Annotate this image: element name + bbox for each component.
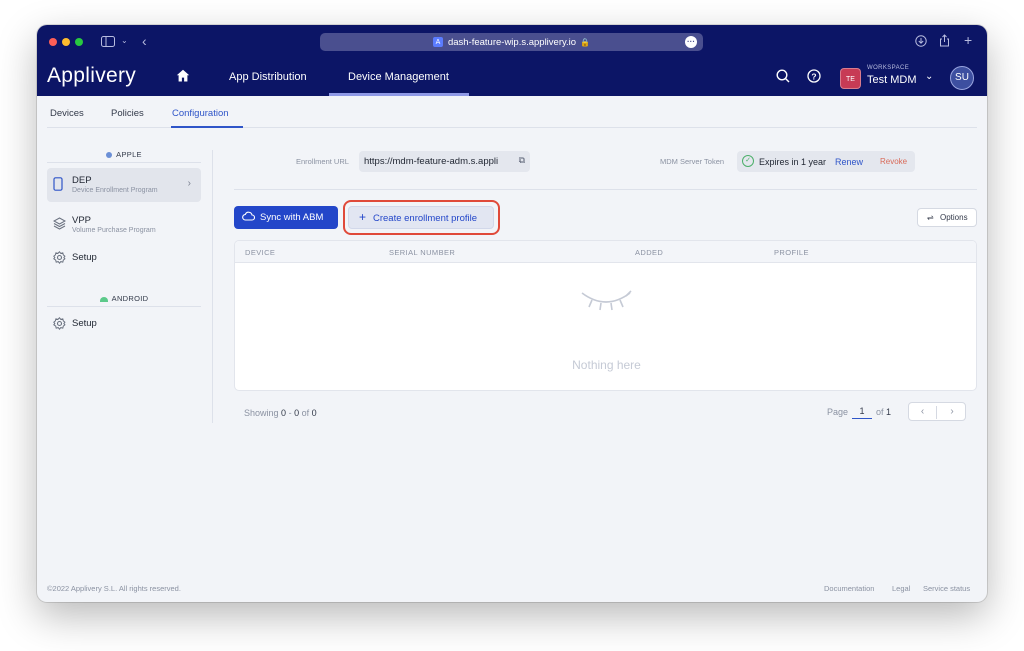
- copy-icon[interactable]: ⧉: [519, 155, 525, 166]
- sliders-icon: ⇌: [927, 213, 934, 222]
- empty-state-text: Nothing here: [572, 358, 641, 372]
- tab-policies[interactable]: Policies: [111, 108, 144, 119]
- previous-page-button[interactable]: ‹: [909, 406, 937, 419]
- search-icon[interactable]: [776, 69, 790, 88]
- copyright-text: ©2022 Applivery S.L. All rights reserved…: [47, 584, 181, 593]
- column-header-profile[interactable]: PROFILE: [774, 248, 809, 257]
- sidebar-item-apple-setup[interactable]: Setup: [47, 245, 201, 271]
- user-avatar[interactable]: SU: [950, 66, 974, 90]
- column-header-serial-number[interactable]: SERIAL NUMBER: [389, 248, 455, 257]
- subtabs-bar: Devices Policies Configuration: [47, 96, 977, 128]
- app-navbar: Applivery App Distribution Device Manage…: [37, 59, 987, 96]
- workspace-label: WORKSPACE: [867, 65, 910, 71]
- sidebar-divider: [47, 306, 201, 307]
- minimize-window-button[interactable]: [62, 38, 70, 46]
- browser-window: ⌄ ‹ A dash-feature-wip.s.applivery.io 🔒 …: [37, 25, 987, 602]
- options-label: Options: [940, 213, 968, 222]
- sidebar-item-title: DEP: [72, 175, 92, 186]
- documentation-link[interactable]: Documentation: [824, 584, 874, 593]
- pagination-controls: ‹ ›: [908, 402, 966, 421]
- sidebar-item-subtitle: Device Enrollment Program: [72, 187, 158, 194]
- sidebar-item-title: Setup: [72, 318, 97, 329]
- page-label: Page: [827, 407, 849, 417]
- token-expiry-text: Expires in 1 year: [759, 157, 827, 167]
- revoke-link[interactable]: Revoke: [880, 157, 907, 166]
- download-icon[interactable]: [915, 35, 927, 49]
- tab-configuration[interactable]: Configuration: [172, 108, 229, 119]
- brand-logo[interactable]: Applivery: [47, 64, 136, 88]
- table-header: DEVICE SERIAL NUMBER ADDED PROFILE: [235, 241, 976, 263]
- create-enrollment-profile-button[interactable]: + Create enrollment profile: [348, 206, 494, 229]
- browser-titlebar: ⌄ ‹ A dash-feature-wip.s.applivery.io 🔒 …: [37, 25, 987, 59]
- content-divider: [234, 189, 977, 190]
- new-tab-icon[interactable]: +: [964, 33, 972, 47]
- enrollment-url-field[interactable]: https://mdm-feature-adm.s.appli ⧉: [359, 151, 530, 172]
- address-bar-url: dash-feature-wip.s.applivery.io: [447, 36, 577, 48]
- zoom-window-button[interactable]: [75, 38, 83, 46]
- workspace-name[interactable]: Test MDM: [867, 74, 917, 86]
- phone-icon: [53, 177, 63, 196]
- column-header-added[interactable]: ADDED: [635, 248, 663, 257]
- lock-icon: 🔒: [580, 37, 591, 47]
- android-section-header: ANDROID: [47, 294, 201, 303]
- home-icon[interactable]: [176, 69, 190, 87]
- next-page-button[interactable]: ›: [938, 406, 966, 417]
- config-sidebar: APPLE DEP Device Enrollment Program › VP…: [47, 145, 212, 425]
- sidebar-item-android-setup[interactable]: Setup: [47, 311, 201, 337]
- workspace-badge[interactable]: TE: [840, 68, 861, 89]
- sidebar-vertical-divider: [212, 150, 213, 423]
- share-icon[interactable]: [939, 34, 950, 49]
- mdm-token-label: MDM Server Token: [660, 157, 725, 166]
- apple-icon: [106, 152, 113, 159]
- cloud-icon: [242, 211, 256, 224]
- tab-active-indicator: [171, 126, 243, 128]
- nav-app-distribution[interactable]: App Distribution: [229, 71, 307, 83]
- closed-eye-icon: [578, 283, 634, 318]
- site-favicon-icon: A: [432, 37, 443, 47]
- workspace-chevron-down-icon[interactable]: ⌄: [925, 71, 933, 82]
- sidebar-item-title: Setup: [72, 252, 97, 263]
- layers-icon: [52, 217, 67, 235]
- devices-table: DEVICE SERIAL NUMBER ADDED PROFILE Nothi…: [234, 240, 977, 391]
- page-number-input[interactable]: 1: [852, 405, 872, 419]
- check-circle-icon: ✓: [742, 155, 754, 167]
- gear-icon: [53, 251, 66, 269]
- enrollment-url-label: Enrollment URL: [296, 157, 349, 166]
- address-bar[interactable]: A dash-feature-wip.s.applivery.io 🔒 ···: [320, 33, 703, 51]
- legal-link[interactable]: Legal: [892, 584, 910, 593]
- chevron-down-icon[interactable]: ⌄: [121, 37, 128, 45]
- renew-link[interactable]: Renew: [835, 157, 863, 167]
- mdm-token-status: ✓ Expires in 1 year Renew Revoke: [737, 151, 915, 172]
- back-icon[interactable]: ‹: [142, 34, 147, 48]
- sidebar-item-title: VPP: [72, 215, 92, 226]
- nav-device-management[interactable]: Device Management: [348, 71, 449, 83]
- chevron-right-icon: ›: [187, 178, 191, 189]
- more-options-icon[interactable]: ···: [685, 36, 697, 48]
- showing-count: Showing 0 - 0 of 0: [244, 408, 317, 418]
- sidebar-item-dep[interactable]: DEP Device Enrollment Program ›: [47, 168, 201, 202]
- close-window-button[interactable]: [49, 38, 57, 46]
- sidebar-item-vpp[interactable]: VPP Volume Purchase Program: [47, 208, 201, 242]
- create-enrollment-profile-label: Create enrollment profile: [373, 213, 478, 224]
- svg-text:?: ?: [811, 71, 816, 81]
- apple-section-header: APPLE: [47, 150, 201, 159]
- sidebar-toggle-icon[interactable]: [101, 36, 115, 49]
- column-header-device[interactable]: DEVICE: [245, 248, 275, 257]
- sync-with-abm-button[interactable]: Sync with ABM: [234, 206, 338, 229]
- plus-icon: +: [359, 210, 367, 224]
- android-icon: [99, 296, 108, 302]
- service-status-link[interactable]: Service status: [923, 584, 970, 593]
- sidebar-divider: [47, 162, 201, 163]
- sync-with-abm-label: Sync with ABM: [260, 212, 324, 223]
- page-total: of 1: [876, 407, 892, 417]
- tab-devices[interactable]: Devices: [50, 108, 84, 119]
- options-button[interactable]: ⇌ Options: [917, 208, 977, 227]
- enrollment-url-value: https://mdm-feature-adm.s.appli: [364, 156, 499, 167]
- help-icon[interactable]: ?: [807, 69, 821, 88]
- sidebar-item-subtitle: Volume Purchase Program: [72, 227, 156, 234]
- gear-icon: [53, 317, 66, 335]
